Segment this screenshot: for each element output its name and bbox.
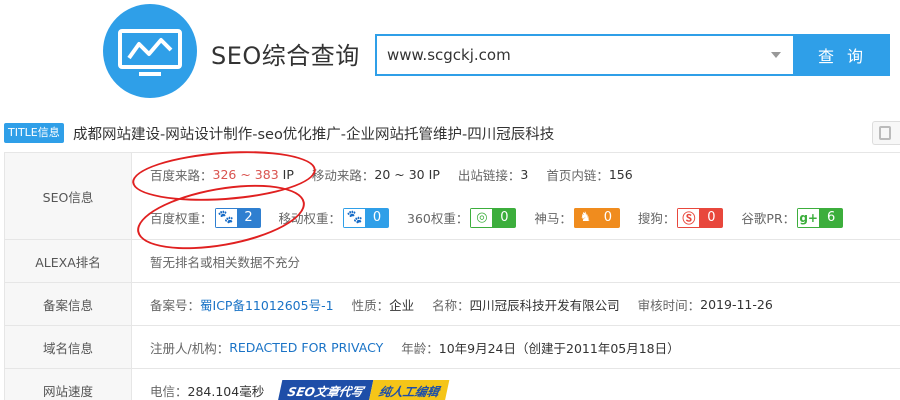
nature-value: 企业: [389, 298, 415, 313]
nature-label: 性质：: [351, 298, 390, 313]
logo[interactable]: [103, 4, 197, 98]
mobile-traffic-value[interactable]: 20 ~ 30: [374, 167, 424, 182]
company-name-label: 名称：: [432, 298, 470, 313]
shenma-weight-badge[interactable]: ♞ 0: [573, 207, 620, 228]
table-row: 网站速度 电信： 284.104毫秒 SEO文章代写 纯人工编辑: [4, 369, 900, 400]
title-tag: TITLE信息: [4, 123, 64, 143]
outbound-links-label: 出站链接：: [457, 167, 521, 183]
google-pr-label: 谷歌PR：: [741, 211, 796, 226]
mobile-weight-badge[interactable]: 🐾 0: [343, 207, 390, 228]
row-label: 网站速度: [4, 369, 132, 400]
telecom-label: 电信：: [150, 384, 188, 399]
inner-links-label: 首页内链：: [546, 167, 609, 183]
page-title-info: 成都网站建设-网站设计制作-seo优化推广-企业网站托管维护-四川冠辰科技: [73, 127, 555, 143]
table-row: 域名信息 注册人/机构： REDACTED FOR PRIVACY 年龄： 10…: [4, 326, 900, 369]
google-pr-badge[interactable]: g+ 6: [797, 207, 844, 228]
360-weight-badge[interactable]: ◎ 0: [470, 207, 517, 228]
shenma-weight-label: 神马：: [534, 211, 572, 226]
shenma-icon: ♞: [573, 207, 596, 228]
row-label: 域名信息: [4, 326, 132, 368]
registrant-link[interactable]: REDACTED FOR PRIVACY: [229, 340, 383, 355]
sogou-weight-badge[interactable]: Ⓢ 0: [677, 207, 724, 228]
icp-number-link[interactable]: 蜀ICP备11012605号-1: [200, 295, 334, 314]
search-input[interactable]: [387, 36, 757, 74]
table-row: ALEXA排名 暂无排名或相关数据不充分: [4, 240, 900, 283]
mobile-traffic-unit: IP: [428, 166, 440, 182]
icp-number-label: 备案号：: [150, 298, 201, 313]
monitor-chart-icon: [118, 29, 182, 76]
domain-age-value: 10年9月24日（创建于2011年05月18日）: [438, 341, 680, 356]
paw-icon: 🐾: [343, 207, 366, 228]
360-weight-label: 360权重：: [407, 211, 469, 226]
row-label: 备案信息: [4, 283, 132, 325]
search-box[interactable]: [375, 34, 795, 76]
review-date-value: 2019-11-26: [700, 297, 773, 312]
company-name-value: 四川冠辰科技开发有限公司: [469, 298, 620, 313]
chevron-down-icon[interactable]: [771, 52, 781, 58]
table-row: 备案信息 备案号： 蜀ICP备11012605号-1 性质： 企业 名称： 四川…: [4, 283, 900, 326]
mobile-traffic-label: 移动来路：: [311, 167, 375, 183]
sogou-weight-label: 搜狗：: [637, 211, 676, 226]
brand-title: SEO综合查询: [211, 42, 360, 70]
alexa-value: 暂无排名或相关数据不充分: [150, 255, 301, 270]
sogou-icon: Ⓢ: [677, 207, 700, 228]
telecom-speed-value: 284.104毫秒: [187, 384, 265, 399]
search-button[interactable]: 查 询: [795, 34, 890, 76]
google-plus-icon: g+: [797, 207, 820, 228]
registrant-label: 注册人/机构：: [150, 341, 230, 356]
360-icon: ◎: [470, 207, 493, 228]
review-date-label: 审核时间：: [637, 298, 701, 313]
inner-links-value[interactable]: 156: [609, 167, 633, 182]
seo-writing-promo-banner[interactable]: SEO文章代写 纯人工编辑: [277, 379, 450, 400]
outbound-links-value[interactable]: 3: [520, 167, 528, 182]
row-label: SEO信息: [4, 153, 132, 239]
row-label: ALEXA排名: [4, 240, 132, 282]
copy-icon[interactable]: [872, 121, 900, 145]
domain-age-label: 年龄：: [401, 341, 439, 356]
